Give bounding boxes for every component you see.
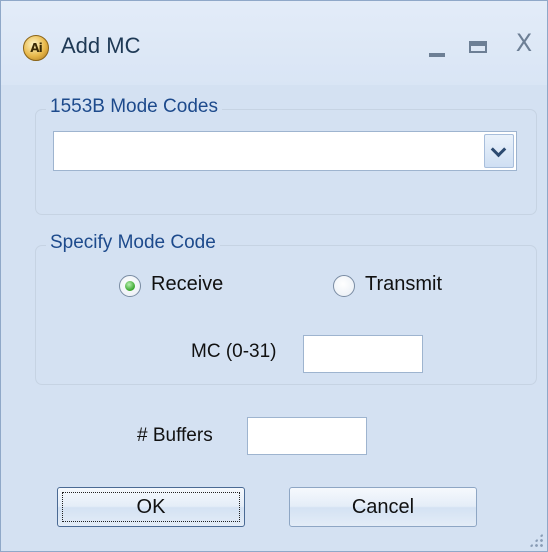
title-bar[interactable]: Ai Add MC X — [1, 1, 547, 85]
mc-input[interactable] — [303, 335, 423, 373]
specify-mode-code-group: Specify Mode Code — [35, 232, 537, 385]
transmit-radio[interactable]: Transmit — [333, 273, 463, 301]
close-button[interactable]: X — [506, 29, 542, 61]
ok-button[interactable]: OK — [57, 487, 245, 527]
maximize-button[interactable] — [461, 31, 497, 61]
minimize-button[interactable] — [419, 31, 455, 61]
mode-code-combobox[interactable] — [53, 131, 517, 171]
buffers-input[interactable] — [247, 417, 367, 455]
cancel-button[interactable]: Cancel — [289, 487, 477, 527]
receive-radio[interactable]: Receive — [119, 273, 249, 301]
chevron-down-icon[interactable] — [484, 134, 514, 168]
resize-grip-icon[interactable] — [529, 533, 543, 547]
mode-codes-legend: 1553B Mode Codes — [46, 96, 222, 118]
window-title: Add MC — [61, 33, 141, 58]
radio-checked-icon[interactable] — [119, 275, 141, 297]
mc-label: MC (0-31) — [191, 341, 277, 362]
app-logo-icon: Ai — [23, 35, 49, 61]
add-mc-dialog: Ai Add MC X 1553B Mode Codes Specify Mod… — [0, 0, 548, 552]
receive-label: Receive — [151, 273, 224, 295]
specify-mode-code-legend: Specify Mode Code — [46, 232, 220, 254]
radio-unchecked-icon[interactable] — [333, 275, 355, 297]
transmit-label: Transmit — [365, 273, 443, 295]
close-icon: X — [515, 29, 533, 57]
buffers-label: # Buffers — [137, 425, 213, 446]
